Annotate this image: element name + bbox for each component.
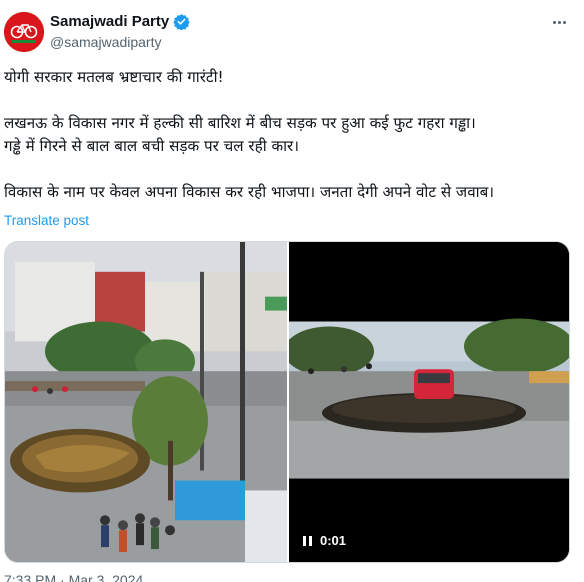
sinkhole-video[interactable]: 0:01 [289, 242, 569, 562]
media-grid: 0:01 [4, 241, 570, 563]
pause-icon[interactable] [303, 535, 312, 546]
post-text-line: गड्ढे में गिरने से बाल बाल बची सड़क पर च… [4, 137, 300, 155]
avatar[interactable] [4, 12, 44, 52]
translate-post-link[interactable]: Translate post [4, 213, 89, 228]
video-controls: 0:01 [303, 533, 346, 548]
post-text: योगी सरकार मतलब भ्रष्टाचार की गारंटी! लख… [4, 66, 580, 204]
post-text-line: विकास के नाम पर केवल अपना विकास कर रही भ… [4, 183, 494, 201]
author-handle[interactable]: @samajwadiparty [50, 34, 161, 50]
post-text-line: लखनऊ के विकास नगर में हल्की सी बारिश में… [4, 114, 476, 132]
author-display-name[interactable]: Samajwadi Party [50, 13, 169, 30]
more-options-icon[interactable] [548, 12, 570, 32]
author-name-row[interactable]: Samajwadi Party [50, 13, 190, 30]
video-time: 0:01 [320, 533, 347, 548]
sinkhole-street-photo[interactable] [5, 242, 287, 562]
post-text-line: योगी सरकार मतलब भ्रष्टाचार की गारंटी! [4, 68, 224, 86]
verified-badge-icon [173, 13, 190, 30]
post-timestamp[interactable]: 7:33 PM · Mar 3, 2024 [4, 572, 143, 582]
bicycle-party-logo-icon [4, 12, 44, 52]
